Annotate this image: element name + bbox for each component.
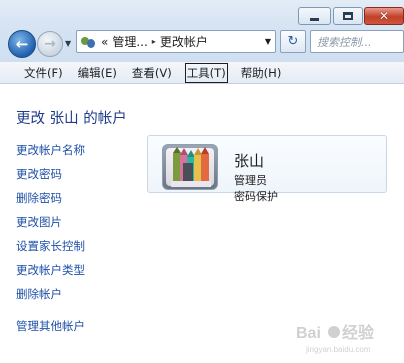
- menu-view[interactable]: 查看(V): [132, 65, 172, 81]
- breadcrumb-overflow[interactable]: «: [101, 35, 108, 49]
- minimize-button[interactable]: [298, 7, 331, 25]
- account-card: 张山 管理员 密码保护: [147, 135, 387, 203]
- parental-controls-link[interactable]: 设置家长控制: [16, 238, 85, 254]
- menu-edit[interactable]: 编辑(E): [78, 65, 117, 81]
- menu-bar: 文件(F) 编辑(E) 查看(V) 工具(T) 帮助(H): [0, 62, 404, 84]
- avatar[interactable]: [162, 144, 218, 190]
- minimize-icon: [310, 17, 319, 21]
- remove-password-link[interactable]: 删除密码: [16, 190, 62, 206]
- breadcrumb-segment-manage[interactable]: 管理...: [112, 33, 147, 50]
- refresh-button[interactable]: ↻: [280, 30, 306, 53]
- search-input[interactable]: 搜索控制...: [310, 30, 404, 53]
- maximize-icon: [343, 12, 353, 20]
- back-arrow-icon: ←: [15, 35, 29, 53]
- address-dropdown-icon[interactable]: ▼: [265, 37, 271, 46]
- svg-text:jingyan.baidu.com: jingyan.baidu.com: [305, 345, 371, 354]
- menu-help[interactable]: 帮助(H): [241, 65, 282, 81]
- change-picture-link[interactable]: 更改图片: [16, 214, 62, 230]
- delete-account-link[interactable]: 删除帐户: [16, 286, 62, 302]
- page-title: 更改 张山 的帐户: [16, 111, 127, 127]
- account-type: 管理员: [234, 174, 267, 187]
- close-icon: ✕: [378, 9, 390, 23]
- forward-arrow-icon: →: [44, 36, 56, 52]
- maximize-button[interactable]: [333, 7, 363, 25]
- change-account-name-link[interactable]: 更改帐户名称: [16, 142, 85, 158]
- recent-pages-dropdown-icon[interactable]: ▼: [65, 39, 71, 48]
- manage-other-accounts-link[interactable]: 管理其他帐户: [16, 318, 85, 334]
- refresh-icon: ↻: [287, 34, 299, 49]
- svg-text:Bai: Bai: [296, 325, 321, 342]
- password-status: 密码保护: [234, 190, 278, 203]
- close-button[interactable]: ✕: [364, 7, 404, 25]
- menu-file[interactable]: 文件(F): [24, 65, 63, 81]
- address-bar[interactable]: « 管理... ▸ 更改帐户 ▼: [76, 30, 276, 53]
- baidu-watermark-logo: Bai 经验 jingyan.baidu.com: [296, 323, 375, 354]
- forward-button[interactable]: →: [37, 31, 63, 57]
- account-name: 张山: [234, 152, 265, 170]
- breadcrumb-segment-change-account[interactable]: 更改帐户: [160, 33, 208, 50]
- users-icon: [81, 35, 97, 49]
- crayons-icon: [171, 147, 211, 187]
- back-button[interactable]: ←: [8, 30, 36, 58]
- change-account-type-link[interactable]: 更改帐户类型: [16, 262, 85, 278]
- breadcrumb-separator-icon[interactable]: ▸: [152, 37, 156, 46]
- menu-tools[interactable]: 工具(T): [184, 62, 228, 83]
- svg-text:经验: 经验: [342, 323, 375, 342]
- change-password-link[interactable]: 更改密码: [16, 166, 62, 182]
